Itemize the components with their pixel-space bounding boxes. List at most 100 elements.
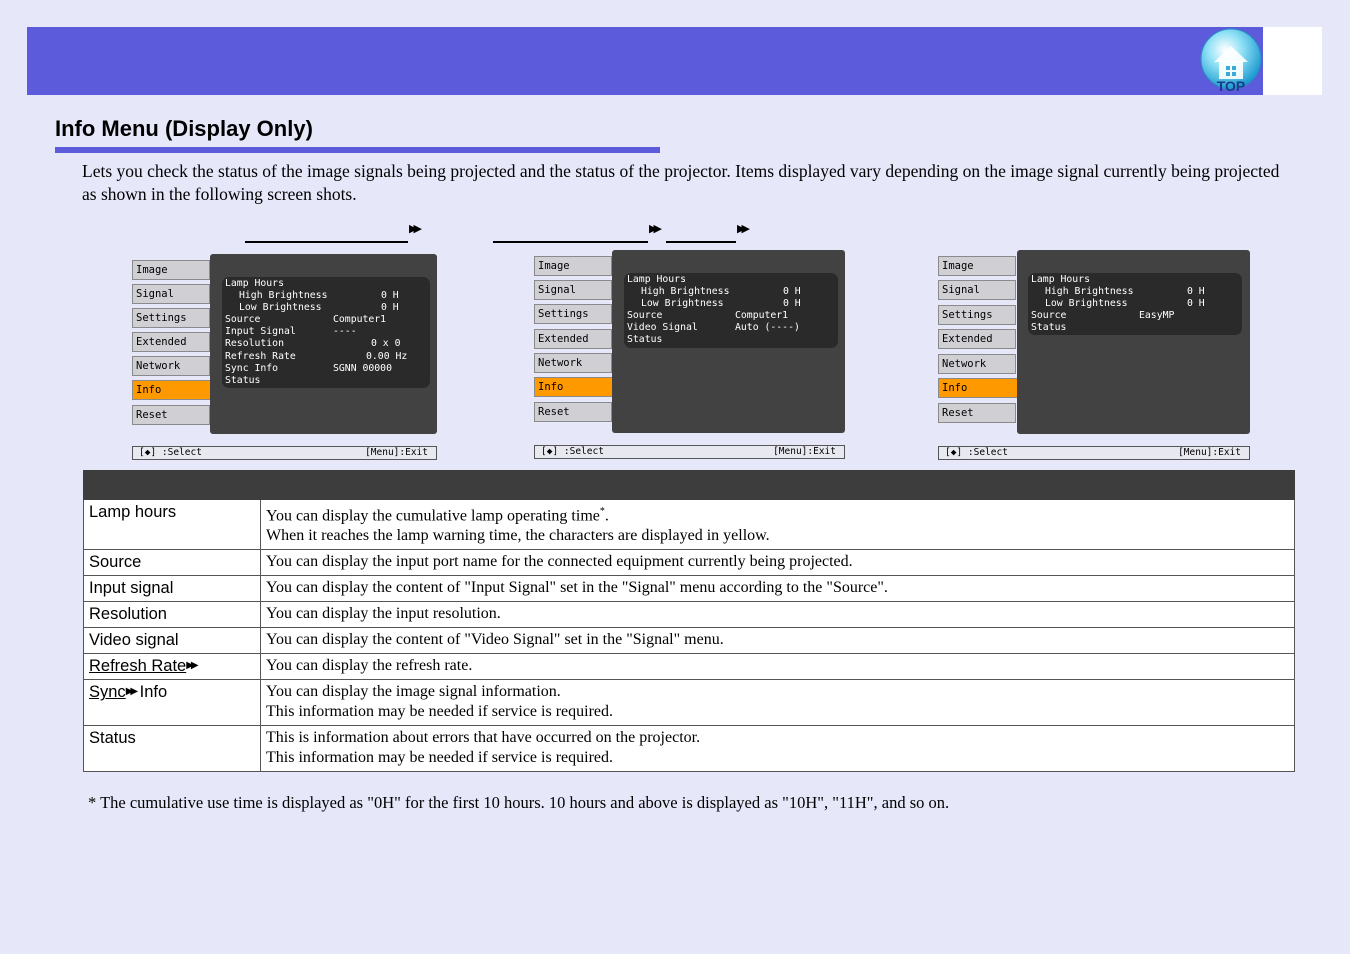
title-rule bbox=[55, 147, 660, 153]
info-row-label: Refresh Rate bbox=[225, 350, 296, 362]
table-row: Resolution You can display the input reso… bbox=[83, 601, 1295, 629]
info-row: Low Brightness 0 H bbox=[1031, 298, 1239, 310]
menu-tab-network: Network bbox=[132, 356, 210, 376]
info-row: Sync Info SGNN 00000 bbox=[225, 363, 427, 375]
top-button[interactable]: TOP bbox=[1200, 28, 1264, 94]
intro-text: Lets you check the status of the image s… bbox=[82, 161, 1280, 204]
info-row: Low Brightness 0 H bbox=[627, 298, 835, 310]
menu-tab-signal: Signal bbox=[132, 284, 210, 304]
info-row-value: 0 H bbox=[1187, 298, 1205, 310]
menu-screenshot-1: Reset Info Network Extended Settings Signal Im… bbox=[132, 254, 437, 460]
double-arrow-icon: ▶▶ bbox=[649, 222, 662, 235]
info-row-value: 0 x 0 bbox=[371, 338, 401, 350]
info-row-label: Source bbox=[1031, 310, 1067, 322]
table-item-cell: Resolution bbox=[83, 601, 261, 629]
menu-tab-settings: Settings bbox=[534, 304, 612, 324]
menu-tab-network: Network bbox=[938, 354, 1016, 374]
info-row-value: Computer1 bbox=[735, 310, 789, 322]
info-row-label: High Brightness bbox=[641, 286, 730, 298]
table-item-cell: Sync▶▶ Info bbox=[83, 679, 261, 727]
description-line: This information may be needed if servic… bbox=[266, 703, 613, 721]
info-row-label: Input Signal bbox=[225, 326, 296, 338]
table-item-cell: Refresh Rate▶▶ bbox=[83, 653, 261, 681]
info-row-label: High Brightness bbox=[239, 290, 328, 302]
menu-tab-extended: Extended bbox=[534, 329, 612, 349]
table-item-cell: Lamp hours bbox=[83, 498, 261, 551]
info-row: High Brightness 0 H bbox=[225, 290, 427, 302]
info-row-label: Lamp Hours bbox=[225, 278, 284, 289]
menu-tab-info: Info bbox=[534, 377, 618, 397]
info-row-label: Low Brightness bbox=[239, 302, 322, 314]
double-arrow-icon: ▶▶ bbox=[125, 686, 139, 698]
info-row: Lamp Hours bbox=[627, 274, 835, 286]
info-row-value: 0 H bbox=[783, 286, 801, 298]
double-arrow-icon: ▶▶ bbox=[737, 222, 750, 235]
screenshot-link-3[interactable] bbox=[666, 241, 736, 243]
info-row-label: Status bbox=[225, 374, 261, 386]
info-row: Status bbox=[1031, 322, 1239, 334]
item-label: Video signal bbox=[89, 631, 179, 650]
info-table: Lamp hours You can display the cumulative… bbox=[83, 470, 1295, 773]
table-description-cell: You can display the cumulative lamp oper… bbox=[260, 498, 1295, 551]
table-description-cell: You can display the content of "Input Si… bbox=[260, 575, 1295, 603]
footnote: * The cumulative use time is displayed a… bbox=[88, 793, 950, 812]
menu-screenshot-3: Reset Info Network Extended Settings Signal Im… bbox=[938, 250, 1250, 460]
info-row-label: Low Brightness bbox=[1045, 298, 1128, 310]
page-title: Info Menu (Display Only) bbox=[55, 116, 313, 141]
info-row: Lamp Hours bbox=[1031, 274, 1239, 286]
info-row-label: Status bbox=[627, 334, 663, 346]
table-row: Sync▶▶ Info You can display the image sig… bbox=[83, 679, 1295, 727]
table-description-cell: You can display the input port name for … bbox=[260, 549, 1295, 577]
info-row-value: Computer1 bbox=[333, 314, 387, 326]
item-label: Status bbox=[89, 729, 136, 748]
info-row-label: Sync Info bbox=[225, 362, 279, 374]
info-row-label: Status bbox=[1031, 322, 1067, 334]
double-arrow-icon: ▶▶ bbox=[409, 222, 422, 235]
description-line: You can display the input port name for … bbox=[266, 553, 853, 571]
table-row: Lamp hours You can display the cumulative… bbox=[83, 498, 1295, 551]
double-arrow-icon: ▶▶ bbox=[186, 660, 199, 672]
info-row-label: Low Brightness bbox=[641, 298, 724, 310]
description-line: You can display the input resolution. bbox=[266, 605, 501, 623]
info-row: Source EasyMP bbox=[1031, 310, 1239, 322]
header-corner bbox=[1263, 27, 1322, 95]
info-row-label: Video Signal bbox=[627, 322, 698, 334]
menu-tab-reset: Reset bbox=[938, 403, 1016, 423]
description-line: You can display the content of "Video Si… bbox=[266, 631, 724, 649]
table-header-row bbox=[83, 470, 1295, 500]
menu-tab-signal: Signal bbox=[938, 280, 1016, 300]
menu-tab-network: Network bbox=[534, 353, 612, 373]
table-item-cell: Status bbox=[83, 725, 261, 773]
info-rows: Lamp Hours High Brightness 0 H Low Brightne… bbox=[624, 273, 838, 348]
info-row-value: 0 H bbox=[381, 302, 399, 314]
menu-tab-image: Image bbox=[132, 260, 210, 280]
description-line: You can display the cumulative lamp oper… bbox=[266, 506, 609, 525]
footnote-marker: * bbox=[599, 506, 605, 517]
glossary-link[interactable]: Sync bbox=[89, 683, 126, 701]
table-item-cell: Source bbox=[83, 549, 261, 577]
menu-screenshot-2: Reset Info Network Extended Settings Signal Im… bbox=[534, 250, 845, 459]
table-item-cell: Video signal bbox=[83, 627, 261, 655]
info-row-value: Auto (----) bbox=[735, 322, 800, 334]
table-description-cell: You can display the input resolution. bbox=[260, 601, 1295, 629]
item-label: Lamp hours bbox=[89, 503, 177, 521]
info-row: Input Signal ---- bbox=[225, 326, 427, 338]
screenshot-link-1[interactable] bbox=[245, 241, 408, 243]
info-row-value: 0 H bbox=[1187, 286, 1205, 298]
glossary-link[interactable]: Refresh Rate bbox=[89, 657, 186, 675]
screenshot-link-2[interactable] bbox=[493, 241, 648, 243]
description-line: This is information about errors that ha… bbox=[266, 729, 701, 747]
table-row: Input signal You can display the content … bbox=[83, 575, 1295, 603]
item-label: Input signal bbox=[89, 579, 174, 598]
table-row: Refresh Rate▶▶ You can display the refres… bbox=[83, 653, 1295, 681]
info-rows: Lamp Hours High Brightness 0 H Low Brightne… bbox=[222, 277, 430, 388]
description-line: This information may be needed if servic… bbox=[266, 749, 613, 767]
item-label: Resolution bbox=[89, 605, 167, 624]
info-row-label: Resolution bbox=[225, 338, 284, 350]
info-row: Source Computer1 bbox=[225, 314, 427, 326]
menu-tab-reset: Reset bbox=[132, 405, 210, 425]
description-line: You can display the refresh rate. bbox=[266, 657, 473, 675]
header-band bbox=[27, 27, 1263, 95]
menu-tab-image: Image bbox=[938, 256, 1016, 276]
table-row: Status This is information about errors t… bbox=[83, 725, 1295, 773]
